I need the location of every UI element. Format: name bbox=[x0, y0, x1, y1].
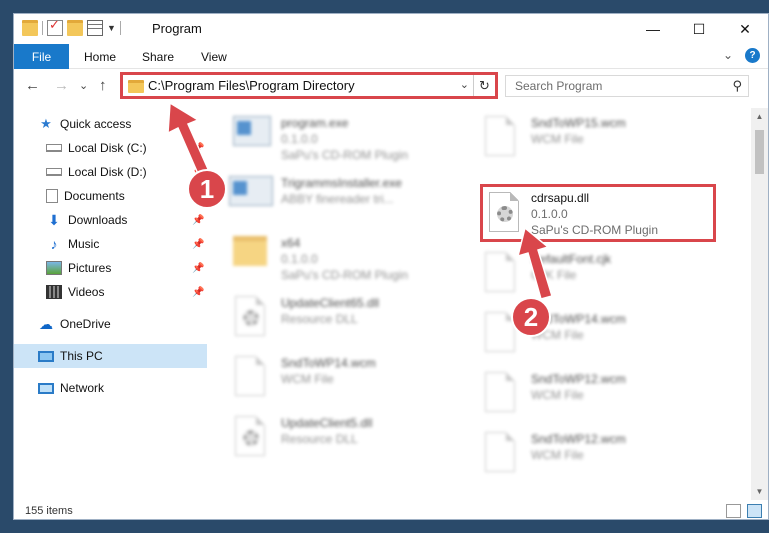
step-badge-1: 1 bbox=[187, 169, 227, 209]
annotation-arrows bbox=[167, 101, 553, 300]
arrow-2 bbox=[516, 226, 553, 300]
step-badge-2: 2 bbox=[511, 297, 551, 337]
